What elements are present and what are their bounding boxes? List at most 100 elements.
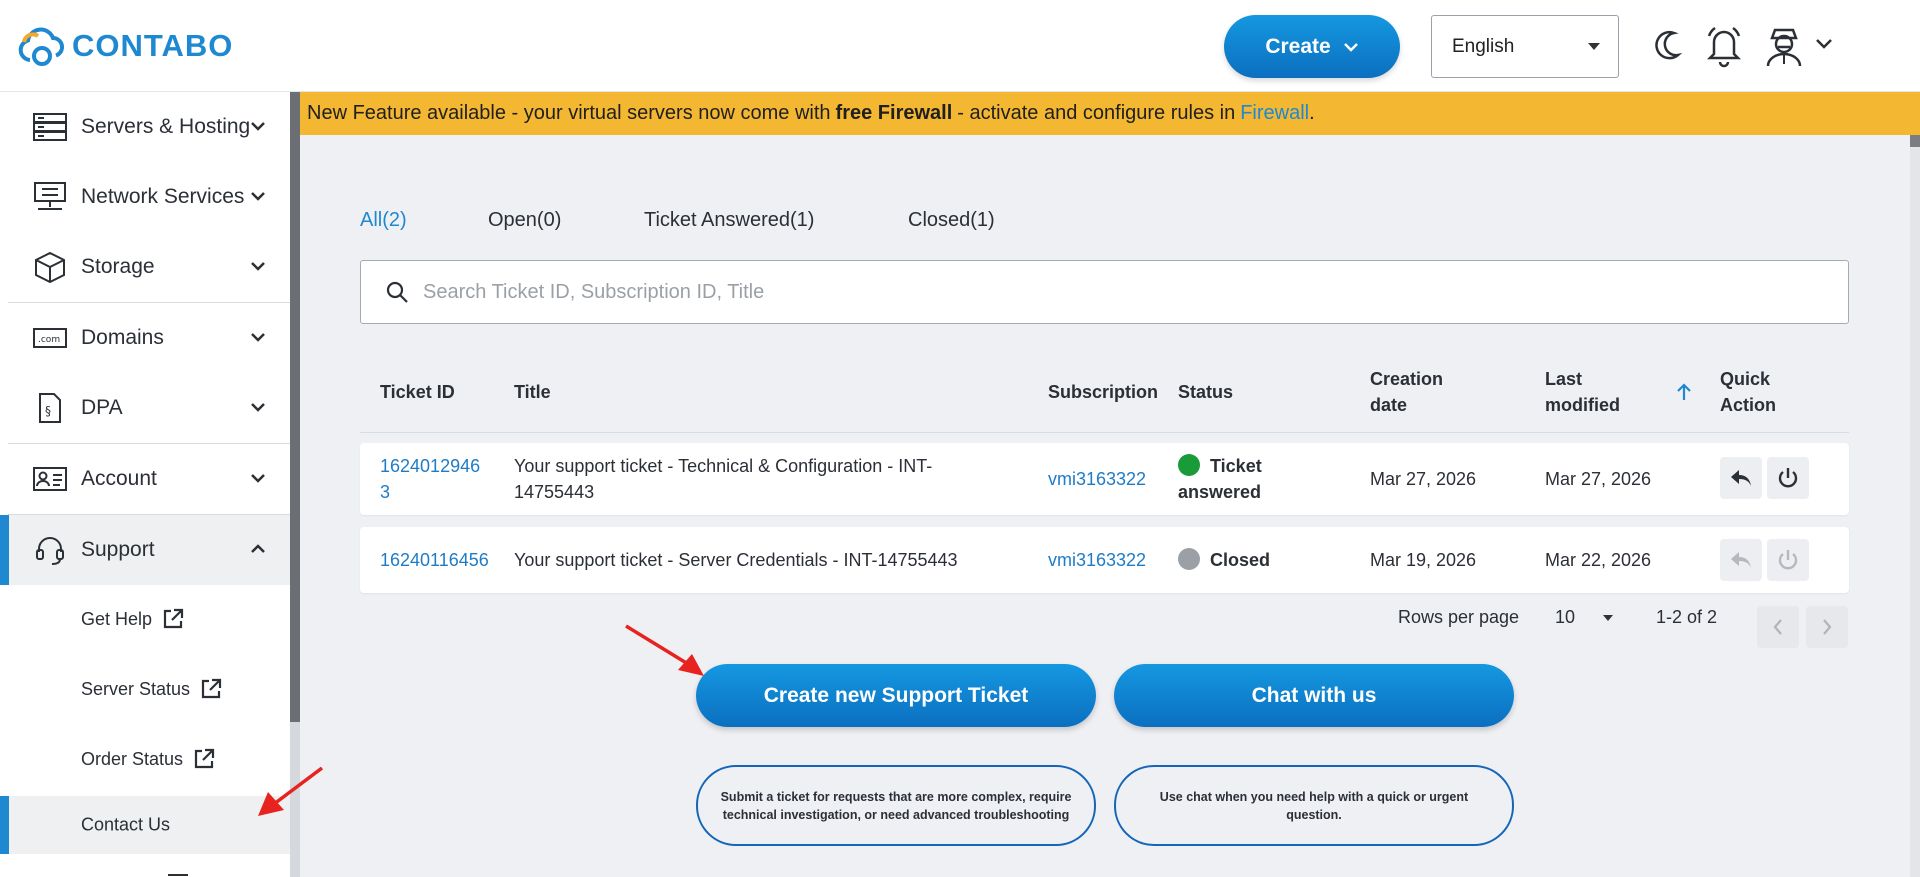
- tab-open[interactable]: Open(0): [488, 209, 561, 232]
- subitem-label: Contact Us: [81, 814, 171, 835]
- brand-logo[interactable]: CONTABO: [18, 24, 233, 68]
- language-value: English: [1452, 35, 1515, 57]
- sidebar-item-label: Support: [81, 538, 155, 561]
- headset-icon: [32, 534, 68, 566]
- create-support-ticket-button[interactable]: Create new Support Ticket: [696, 664, 1096, 727]
- dropdown-caret-icon: [1603, 614, 1614, 621]
- network-icon: [32, 181, 68, 213]
- power-icon: [1778, 550, 1798, 570]
- search-input[interactable]: [423, 280, 1723, 304]
- chevron-down-icon: [250, 470, 266, 488]
- ticket-status: Ticket answered: [1178, 453, 1262, 505]
- col-status[interactable]: Status: [1178, 379, 1233, 405]
- bell-icon[interactable]: [1704, 24, 1744, 73]
- col-label-line: Last: [1545, 369, 1583, 389]
- pagination-range: 1-2 of 2: [1656, 607, 1718, 627]
- col-ticket-id[interactable]: Ticket ID: [380, 379, 455, 405]
- chevron-left-icon: [1773, 619, 1782, 635]
- rows-per-page-label: Rows per page: [1398, 607, 1520, 627]
- sidebar-subitem-order-status[interactable]: Order Status: [0, 730, 290, 788]
- sidebar-nav: Servers & Hosting Network Services Stora…: [0, 92, 290, 877]
- subitem-label: Server Status: [81, 678, 191, 699]
- subscription-link[interactable]: vmi3163322: [1048, 466, 1146, 492]
- sidebar-item-account[interactable]: Account: [0, 444, 290, 514]
- status-dot-grey-icon: [1178, 548, 1200, 570]
- ticket-id-line: 1624012946: [380, 456, 481, 476]
- col-last-modified[interactable]: Last modified: [1545, 366, 1620, 418]
- annotation-arrow-icon: [258, 766, 324, 816]
- main-scrollbar[interactable]: [1910, 135, 1920, 877]
- chevron-down-icon: [250, 118, 266, 136]
- reply-button-disabled[interactable]: [1720, 539, 1762, 581]
- id-card-icon: [32, 463, 68, 495]
- table-row[interactable]: 1624012946 3 Your support ticket - Techn…: [360, 443, 1849, 515]
- ticket-title: Your support ticket - Technical & Config…: [514, 453, 932, 505]
- active-indicator: [0, 796, 9, 854]
- sort-ascending-icon[interactable]: [1675, 382, 1693, 402]
- chevron-down-icon: [250, 399, 266, 417]
- reply-button[interactable]: [1720, 457, 1762, 499]
- external-link-icon: [194, 748, 215, 769]
- ticket-search: [360, 260, 1849, 324]
- close-ticket-button[interactable]: [1767, 457, 1809, 499]
- tab-ticket-answered[interactable]: Ticket Answered(1): [644, 209, 814, 232]
- close-ticket-button-disabled[interactable]: [1767, 539, 1809, 581]
- creation-date: Mar 27, 2026: [1370, 469, 1477, 489]
- col-label-line: date: [1370, 395, 1408, 415]
- sidebar-scrollbar-thumb[interactable]: [290, 92, 300, 722]
- dropdown-caret-icon: [1588, 43, 1600, 50]
- reply-icon: [1731, 552, 1751, 568]
- sidebar-item-support[interactable]: Support: [0, 515, 290, 585]
- tab-all[interactable]: All(2): [360, 209, 407, 232]
- banner-text-end: .: [1309, 102, 1315, 124]
- moon-icon[interactable]: [1652, 24, 1684, 71]
- next-page-button[interactable]: [1806, 606, 1848, 648]
- sidebar-item-label: Network Services: [81, 185, 245, 208]
- subitem-label: Get Help: [81, 608, 153, 629]
- chevron-down-icon: [250, 258, 266, 276]
- language-select[interactable]: English: [1431, 15, 1619, 78]
- firewall-link[interactable]: Firewall: [1240, 102, 1309, 125]
- subscription-link[interactable]: vmi3163322: [1048, 547, 1146, 573]
- chevron-down-icon[interactable]: [1815, 37, 1833, 55]
- ticket-id-link[interactable]: 16240116456: [380, 547, 489, 573]
- col-subscription[interactable]: Subscription: [1048, 379, 1158, 405]
- sidebar-item-label: Servers & Hosting: [81, 115, 251, 138]
- tab-closed[interactable]: Closed(1): [908, 209, 995, 232]
- sidebar-item-domains[interactable]: .com Domains: [0, 303, 290, 373]
- sidebar-item-storage[interactable]: Storage: [0, 232, 290, 302]
- search-icon: [386, 281, 408, 303]
- col-label-line: Creation: [1370, 369, 1444, 389]
- sidebar-item-label: Account: [81, 467, 157, 490]
- ticket-status: Closed: [1178, 547, 1270, 573]
- sidebar-item-dpa[interactable]: § DPA: [0, 373, 290, 443]
- ticket-id-link[interactable]: 1624012946 3: [380, 453, 480, 505]
- sidebar-item-network-services[interactable]: Network Services: [0, 162, 290, 232]
- user-avatar-icon[interactable]: [1762, 24, 1806, 73]
- table-row[interactable]: 16240116456 Your support ticket - Server…: [360, 527, 1849, 593]
- rows-per-page-select[interactable]: 10: [1555, 607, 1614, 628]
- sidebar-subitem-get-help[interactable]: Get Help: [0, 590, 290, 648]
- servers-icon: [32, 111, 68, 143]
- sidebar-item-label: Domains: [81, 326, 164, 349]
- col-title[interactable]: Title: [514, 379, 551, 405]
- sidebar-item-servers-hosting[interactable]: Servers & Hosting: [0, 92, 290, 162]
- sidebar-subitem-server-status[interactable]: Server Status: [0, 660, 290, 718]
- external-link-icon: [163, 608, 184, 629]
- domain-icon: .com: [32, 322, 68, 354]
- main-scrollbar-thumb[interactable]: [1910, 135, 1920, 147]
- status-label: Closed: [1210, 550, 1271, 570]
- creation-date: Mar 19, 2026: [1370, 550, 1477, 570]
- sidebar-subitem-contact-us[interactable]: Contact Us: [0, 796, 290, 854]
- col-creation-date[interactable]: Creation date: [1370, 366, 1443, 418]
- sidebar-item-label: DPA: [81, 396, 123, 419]
- prev-page-button[interactable]: [1757, 606, 1799, 648]
- create-ticket-hint: Submit a ticket for requests that are mo…: [696, 765, 1096, 846]
- create-button[interactable]: Create: [1224, 15, 1400, 78]
- create-button-label: Create: [1265, 34, 1331, 58]
- ticket-id-line: 3: [380, 482, 391, 502]
- last-modified: Mar 22, 2026: [1545, 550, 1652, 570]
- chat-with-us-button[interactable]: Chat with us: [1114, 664, 1514, 727]
- chat-hint: Use chat when you need help with a quick…: [1114, 765, 1514, 846]
- col-label-line: modified: [1545, 395, 1620, 415]
